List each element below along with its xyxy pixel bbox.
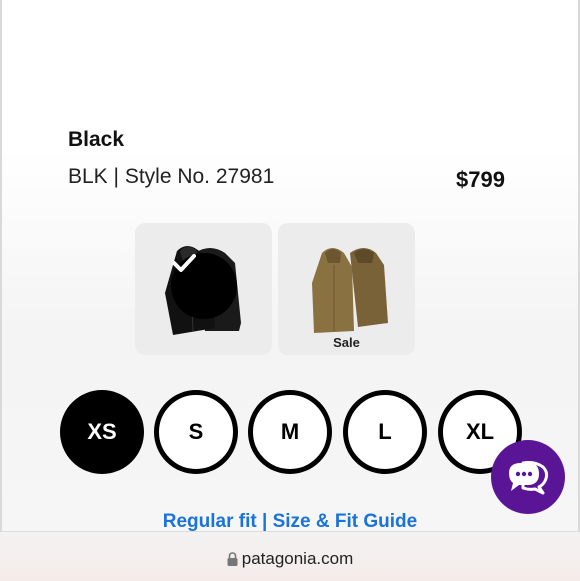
url-text: patagonia.com: [241, 549, 354, 568]
style-number: BLK | Style No. 27981: [68, 165, 275, 188]
selected-check: [171, 253, 237, 319]
browser-url-bar[interactable]: patagonia.com: [0, 531, 580, 581]
size-s-button[interactable]: S: [154, 390, 238, 474]
size-xs-button[interactable]: XS: [60, 390, 144, 474]
check-icon: [172, 254, 196, 272]
swatch-black[interactable]: [135, 223, 272, 355]
sale-label: Sale: [333, 335, 360, 350]
price: $799: [456, 167, 505, 192]
size-l-button[interactable]: L: [343, 390, 427, 474]
left-divider: [0, 0, 2, 580]
color-name: Black: [68, 128, 125, 151]
swatch-brown[interactable]: Sale: [278, 223, 415, 355]
size-fit-guide-link[interactable]: Regular fit | Size & Fit Guide: [0, 511, 580, 533]
lock-icon: [227, 551, 238, 571]
chat-bubbles-icon: [509, 461, 549, 495]
size-m-button[interactable]: M: [248, 390, 332, 474]
chat-button[interactable]: [491, 440, 565, 514]
